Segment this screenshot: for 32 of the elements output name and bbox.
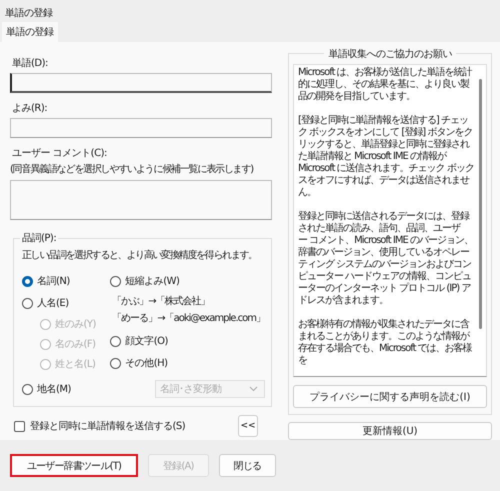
group-title: 単語収集へのご協力のお願い	[324, 47, 456, 61]
update-button[interactable]: 更新情報(U)	[288, 422, 492, 440]
comment-field[interactable]	[10, 180, 272, 220]
example-text: 「かぶ」→「株式会社」	[111, 294, 211, 308]
field-label: よみ(R):	[11, 102, 48, 116]
paragraph: お客様特有の情報が収集されたデータに含まれることがあります。このような情報が存在する場合でも、Microsoft では、お客様を	[298, 319, 473, 367]
example-text: 「めーる」→「aoki@example.com」	[111, 312, 265, 326]
field-hint: (同音異義語などを選択しやすいように候補一覧に表示します)	[10, 163, 254, 177]
paragraph: 登録と同時に送信されるデータには、登録された単語の読み、語句、品詞、ユーザー コメント、Microsoft IME のバージョン、辞書のバージョン、使用しているオペレーティング システムのバージョンおよびコンピューター ハードウェアの情報、コンピューターのインターネット プロトコル (IP) アドレスが含まれます。	[298, 211, 474, 307]
radio-button[interactable]: 人名(E)	[22, 292, 110, 314]
window-title: 単語の登録	[4, 6, 54, 21]
radio-button[interactable]: 地名(M)	[22, 378, 71, 400]
checkbox[interactable]: 登録と同時に単語情報を送信する(S)	[14, 419, 186, 433]
paragraph: [登録と同時に単語情報を送信する] チェック ボックスをオンにして [登録] ボタンをクリックすると、単語登録と同時に登録された単語情報と Microsoft IME の情報が Microsoft に送信されます。チェック ボックスをオフにすれば、データは送信されません。	[298, 115, 475, 199]
input-field[interactable]	[10, 118, 272, 138]
paragraph: Microsoft は、お客様が送信した単語を統計的に処理し、その結果を基に、より良い製品の開発を目指しています。	[298, 67, 474, 103]
dialog-button[interactable]: ユーザー辞書ツール(T)	[10, 454, 138, 477]
chevron-down-icon	[249, 386, 258, 392]
tab[interactable]: 単語の登録	[2, 22, 58, 42]
scrollbar[interactable]	[479, 79, 482, 329]
group-hint: 正しい品詞を選択すると、より高い変換精度を得られます。	[22, 248, 258, 263]
radio-button[interactable]: 名詞(N)	[22, 270, 110, 292]
radio-button[interactable]: 顔文字(O)	[110, 330, 265, 352]
radio-button[interactable]: その他(H)	[110, 352, 265, 374]
dialog-button[interactable]: 閉じる	[218, 454, 276, 477]
field-label: ユーザー コメント(C):	[11, 147, 108, 161]
radio-button[interactable]: 短縮よみ(W)	[110, 270, 265, 292]
field-label: 単語(D):	[11, 56, 49, 71]
collapse-button[interactable]: <<	[238, 415, 258, 437]
group-title: 品詞(P):	[20, 231, 58, 245]
input-field[interactable]	[10, 73, 272, 93]
privacy-button[interactable]: プライバシーに関する声明を読む(I)	[293, 385, 487, 408]
